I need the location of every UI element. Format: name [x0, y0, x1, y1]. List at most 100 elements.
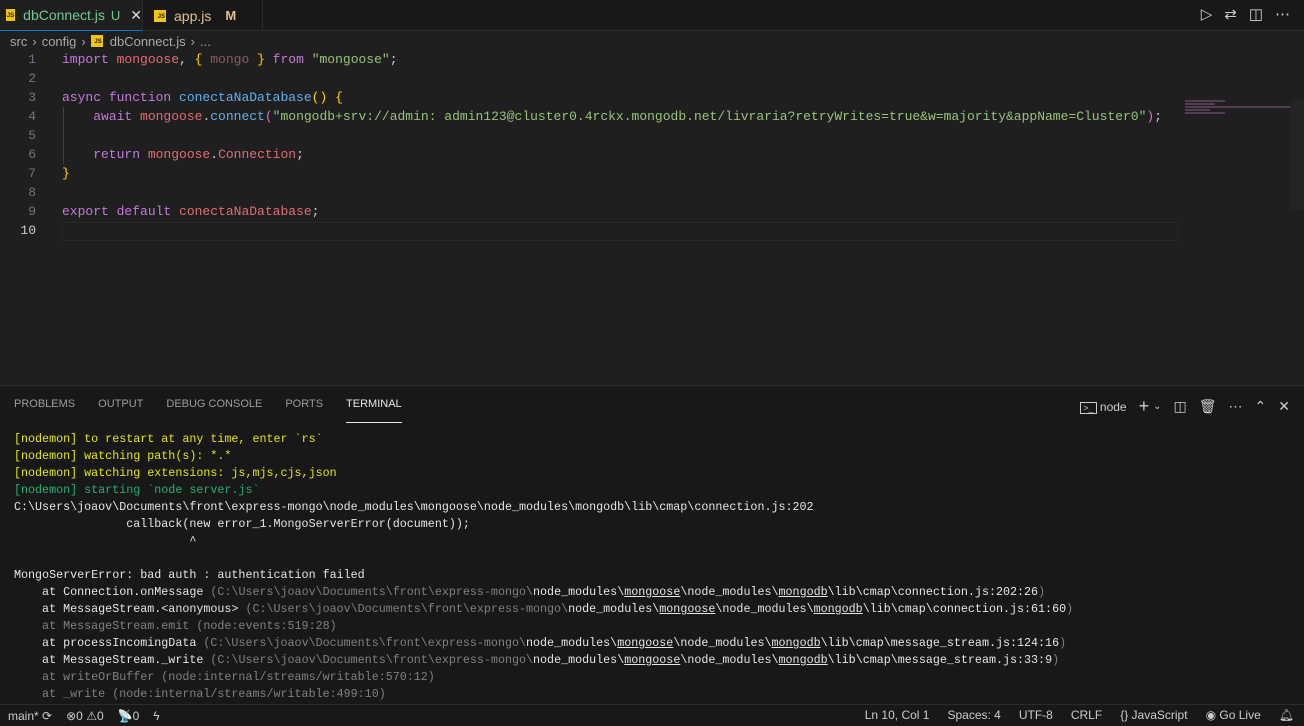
- indentation[interactable]: Spaces: 4: [947, 708, 1000, 722]
- js-file-icon: JS: [90, 35, 103, 47]
- terminal-line: at MessageStream.emit (node:events:519:2…: [14, 618, 1073, 635]
- tab-bar: JS dbConnect.js U ✕ JS app.js M ▷ ⇄ ◫ ⋯: [0, 0, 1304, 31]
- tab-app[interactable]: JS app.js M: [143, 0, 263, 31]
- tab-ports[interactable]: PORTS: [285, 386, 323, 423]
- line-number: 7: [28, 166, 36, 181]
- compare-changes-icon[interactable]: ⇄: [1224, 5, 1237, 23]
- minimap[interactable]: [1185, 100, 1295, 130]
- tab-output[interactable]: OUTPUT: [98, 386, 143, 423]
- code-token: import: [62, 52, 117, 67]
- terminal-shell-selector[interactable]: >_ node: [1080, 400, 1127, 414]
- bell-icon[interactable]: 🔔︎: [1279, 708, 1294, 722]
- terminal-text: ^: [14, 534, 197, 548]
- terminal-text: [nodemon] starting `node server.js`: [14, 483, 260, 497]
- code-token: conectaNaDatabase: [179, 90, 312, 105]
- code-token: ,: [179, 52, 195, 67]
- code-token: mongo: [210, 52, 250, 67]
- code-token: ;: [1154, 109, 1163, 124]
- terminal-text: \lib\cmap\message_stream.js:124:16: [820, 636, 1060, 650]
- cursor-position[interactable]: Ln 10, Col 1: [865, 708, 930, 722]
- code-token: Connection: [218, 147, 297, 162]
- code-token: ;: [311, 204, 320, 219]
- code-line[interactable]: }: [62, 164, 70, 183]
- run-icon[interactable]: ▷: [1201, 5, 1213, 23]
- language-mode[interactable]: {} JavaScript: [1120, 708, 1187, 722]
- terminal-text: (C:\Users\joaov\Documents\front\express-…: [203, 636, 527, 650]
- terminal-text: node_modules\: [526, 636, 618, 650]
- current-line-highlight: [62, 222, 1178, 241]
- chevron-right-icon: ›: [190, 33, 195, 49]
- split-editor-icon[interactable]: ◫: [1249, 5, 1263, 23]
- terminal-text: at writeOrBuffer (node:internal/streams/…: [14, 670, 435, 684]
- scrollbar[interactable]: [1290, 100, 1304, 210]
- trash-icon[interactable]: 🗑: [1199, 398, 1217, 415]
- code-token: await: [62, 109, 141, 124]
- encoding[interactable]: UTF-8: [1019, 708, 1053, 722]
- terminal-text: [nodemon] watching path(s): *.*: [14, 449, 232, 463]
- ports-indicator[interactable]: 📡0: [118, 709, 140, 723]
- code-token: (: [264, 109, 273, 124]
- terminal-line: [nodemon] starting `node server.js`: [14, 482, 1073, 499]
- terminal-text: MongoServerError: bad auth : authenticat…: [14, 568, 365, 582]
- terminal-output[interactable]: [nodemon] to restart at any time, enter …: [14, 431, 1073, 703]
- code-line[interactable]: import mongoose, { mongo } from "mongoos…: [62, 50, 398, 69]
- code-line[interactable]: export default conectaNaDatabase;: [62, 202, 319, 221]
- code-token: function: [108, 90, 180, 105]
- code-token: }: [62, 166, 70, 181]
- terminal-line: at processIncomingData (C:\Users\joaov\D…: [14, 635, 1073, 652]
- terminal-text: mongoose: [659, 602, 716, 616]
- terminal-line: [nodemon] to restart at any time, enter …: [14, 431, 1073, 448]
- chevron-down-icon[interactable]: ⌄: [1153, 401, 1161, 412]
- code-line[interactable]: async function conectaNaDatabase() {: [62, 88, 343, 107]
- breadcrumb-config[interactable]: config: [42, 34, 77, 49]
- terminal-text: at _write (node:internal/streams/writabl…: [14, 687, 386, 701]
- terminal-text: (C:\Users\joaov\Documents\front\express-…: [245, 602, 569, 616]
- terminal-text: ): [1038, 585, 1046, 599]
- close-icon[interactable]: ✕: [130, 7, 142, 24]
- code-token: connect: [210, 109, 265, 124]
- breadcrumb-file[interactable]: dbConnect.js: [110, 34, 186, 49]
- tab-dbconnect[interactable]: JS dbConnect.js U ✕: [0, 0, 143, 31]
- sync-icon: ⟳: [42, 708, 53, 723]
- code-editor[interactable]: 1 import mongoose, { mongo } from "mongoo…: [0, 50, 1304, 385]
- terminal-text: \node_modules\: [680, 585, 779, 599]
- terminal-line: at MessageStream._write (C:\Users\joaov\…: [14, 652, 1073, 669]
- code-line[interactable]: await mongoose.connect("mongodb+srv://ad…: [62, 107, 1162, 126]
- terminal-text: mongoose: [624, 585, 681, 599]
- terminal-line: C:\Users\joaov\Documents\front\express-m…: [14, 499, 1073, 516]
- go-live-button[interactable]: ◉ Go Live: [1206, 708, 1261, 722]
- warning-icon: ⚠: [86, 708, 97, 723]
- code-line[interactable]: return mongoose.Connection;: [62, 145, 304, 164]
- code-token: {: [194, 52, 211, 67]
- tab-debug-console[interactable]: DEBUG CONSOLE: [166, 386, 262, 423]
- tab-terminal[interactable]: TERMINAL: [346, 398, 402, 423]
- terminal-text: at MessageStream.<anonymous>: [14, 602, 246, 616]
- code-token: async: [62, 90, 109, 105]
- terminal-text: at MessageStream._write: [14, 653, 211, 667]
- code-token: mongoose: [147, 147, 211, 162]
- breadcrumb-src[interactable]: src: [10, 34, 27, 49]
- status-bar: main* ⟳ ⊗0 ⚠0 📡0 ϟ Ln 10, Col 1 Spaces: …: [0, 704, 1304, 726]
- terminal-text: (C:\Users\joaov\Documents\front\express-…: [210, 653, 534, 667]
- code-token: mongoose: [116, 52, 180, 67]
- new-terminal-icon[interactable]: +: [1139, 396, 1150, 417]
- more-icon[interactable]: ⋯: [1275, 5, 1290, 23]
- terminal-line: [nodemon] watching extensions: js,mjs,cj…: [14, 465, 1073, 482]
- maximize-panel-icon[interactable]: ⌃: [1255, 398, 1267, 415]
- problems-indicator[interactable]: ⊗0 ⚠0: [66, 709, 104, 723]
- terminal-text: at MessageStream.emit (node:events:519:2…: [14, 619, 337, 633]
- tab-problems[interactable]: PROBLEMS: [14, 386, 75, 423]
- breadcrumb-more[interactable]: ...: [200, 34, 211, 49]
- close-icon[interactable]: ✕: [1278, 398, 1290, 415]
- line-ending[interactable]: CRLF: [1071, 708, 1102, 722]
- terminal-text: callback(new error_1.MongoServerError(do…: [14, 517, 470, 531]
- terminal-text: at Connection.onMessage: [14, 585, 211, 599]
- code-token: (): [311, 90, 328, 105]
- lightning-icon[interactable]: ϟ: [153, 709, 159, 723]
- more-icon[interactable]: ⋯: [1229, 398, 1243, 415]
- code-token: ;: [389, 52, 398, 67]
- line-number: 1: [28, 52, 36, 67]
- split-terminal-icon[interactable]: ◫: [1174, 398, 1187, 415]
- branch-indicator[interactable]: main* ⟳: [8, 709, 52, 723]
- code-token: default: [116, 204, 180, 219]
